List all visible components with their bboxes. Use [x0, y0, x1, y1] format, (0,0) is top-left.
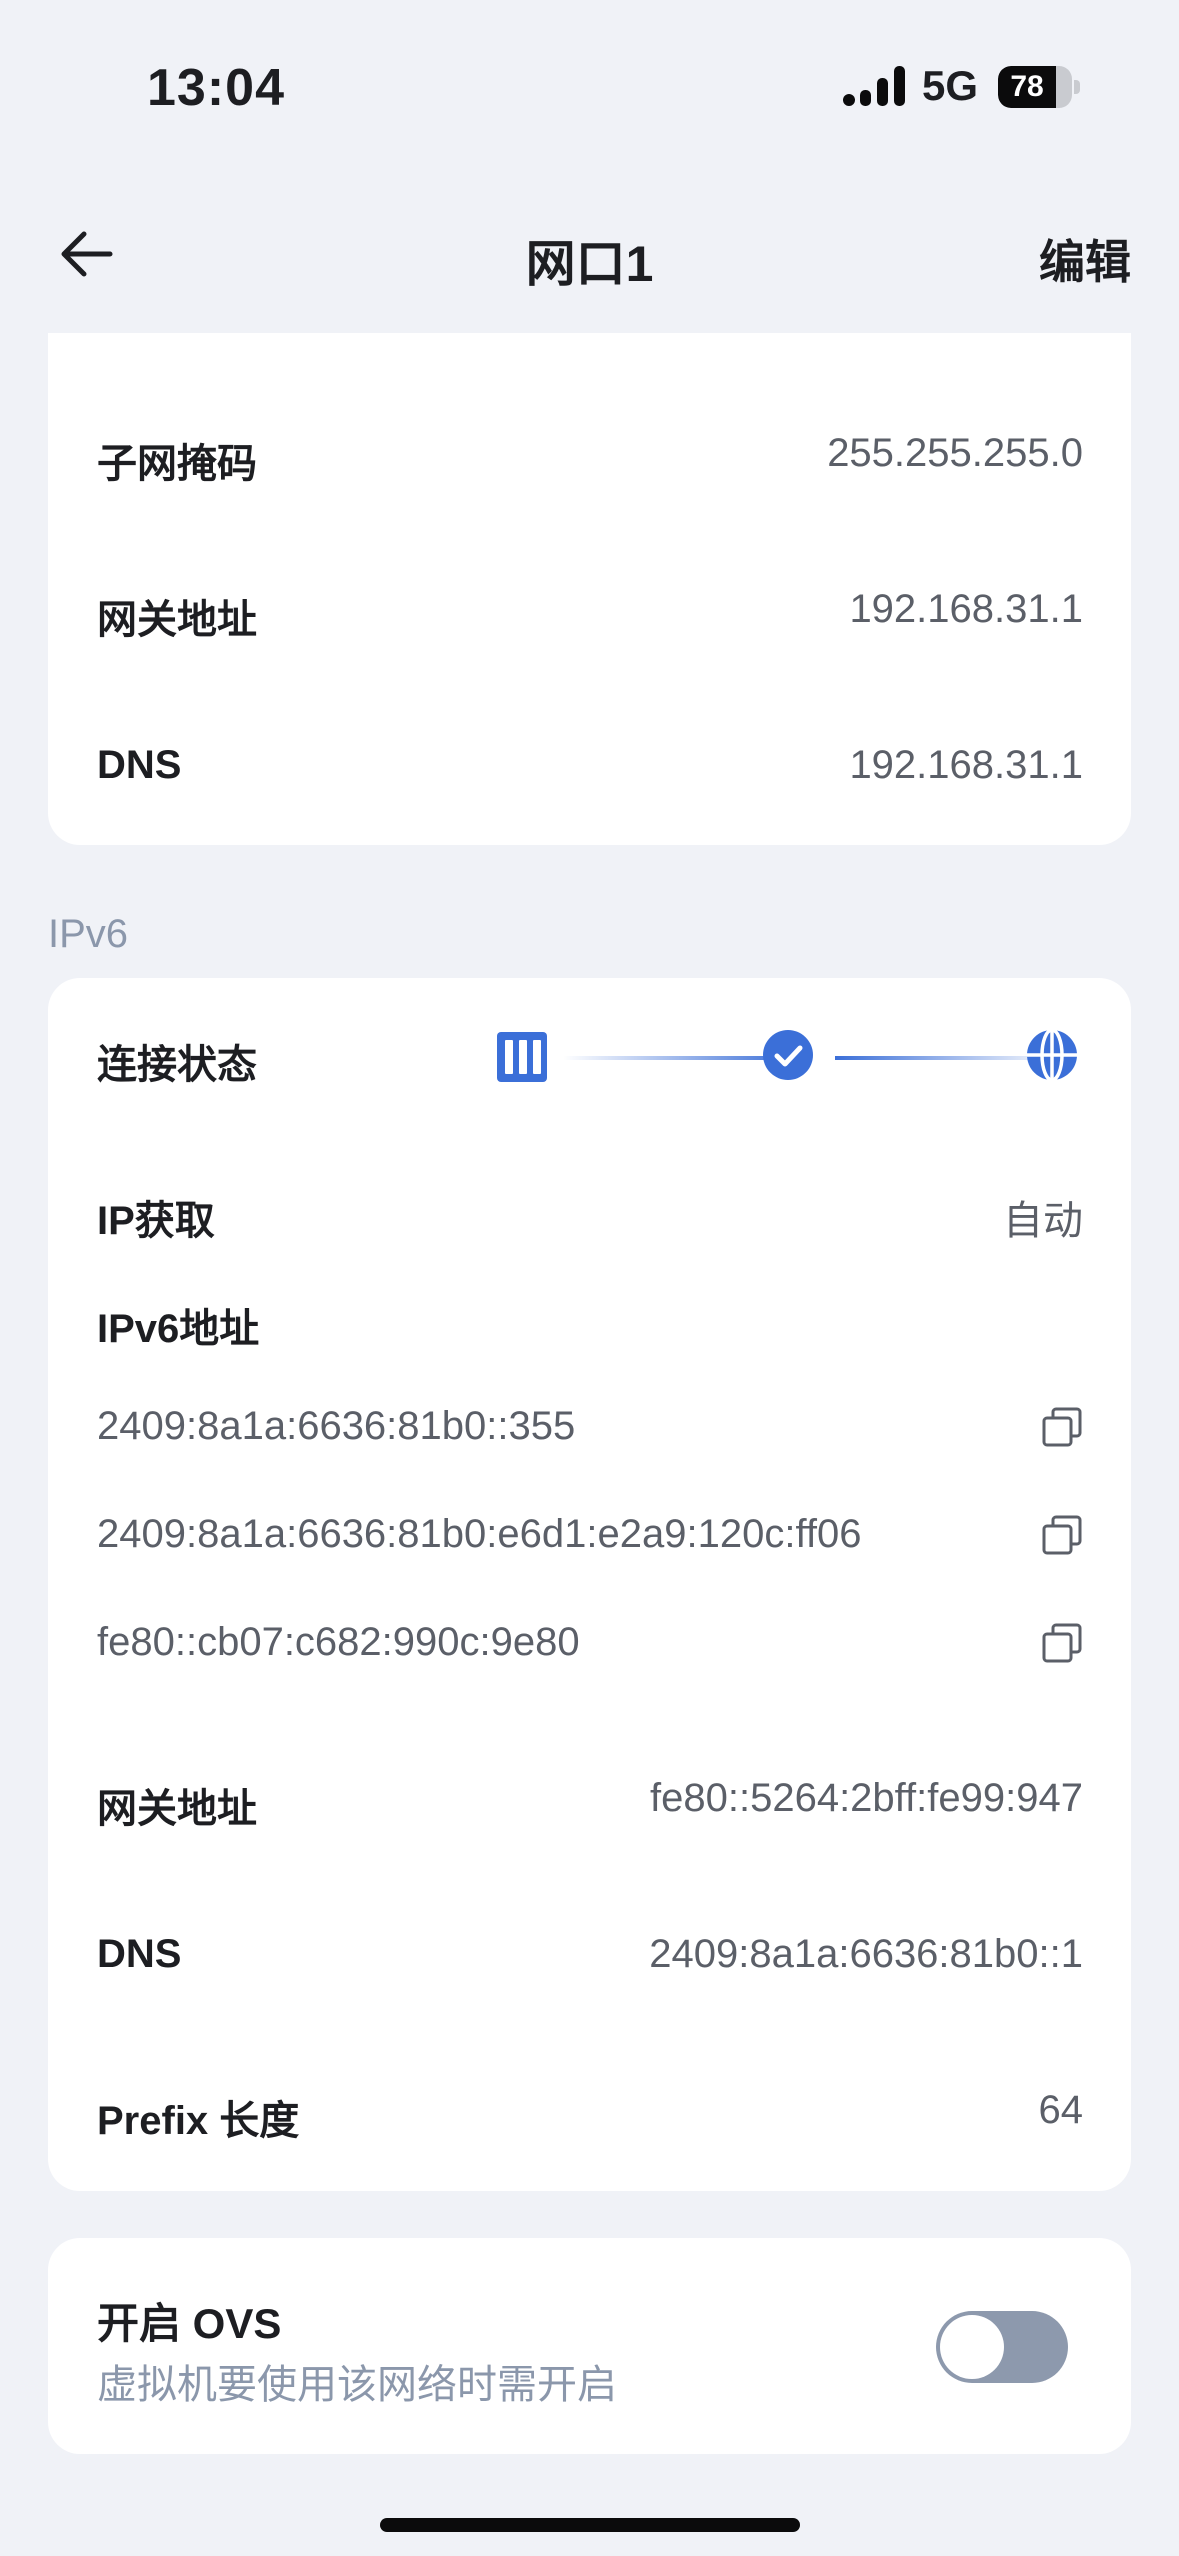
- ipv6-gateway-label: 网关地址: [97, 1787, 257, 1831]
- ip-mode-value: 自动: [1003, 1199, 1083, 1243]
- ipv6-address: 2409:8a1a:6636:81b0::355: [97, 1404, 576, 1448]
- gateway-label: 网关地址: [97, 598, 257, 642]
- ipv6-section-label: IPv6: [48, 912, 129, 956]
- device-icon: [497, 1032, 547, 1082]
- cellular-signal-icon: [843, 66, 905, 106]
- gateway-value: 192.168.31.1: [849, 587, 1083, 631]
- ipv6-address-label: IPv6地址: [97, 1307, 260, 1351]
- ipv6-gateway-value: fe80::5264:2bff:fe99:947: [650, 1776, 1083, 1820]
- dns-label: DNS: [97, 743, 182, 787]
- prefix-length-label: Prefix 长度: [97, 2099, 300, 2143]
- edit-button[interactable]: 编辑: [1039, 226, 1131, 292]
- copy-icon[interactable]: [1041, 1406, 1083, 1448]
- copy-icon[interactable]: [1041, 1622, 1083, 1664]
- toggle-knob: [940, 2315, 1004, 2379]
- ipv6-dns-value: 2409:8a1a:6636:81b0::1: [649, 1932, 1083, 1976]
- check-icon: [763, 1030, 813, 1080]
- ovs-toggle[interactable]: [936, 2311, 1068, 2383]
- battery-icon: 78: [998, 66, 1080, 108]
- globe-icon: [1027, 1028, 1077, 1082]
- connection-status-label: 连接状态: [97, 1043, 257, 1087]
- prefix-length-value: 64: [1038, 2088, 1084, 2132]
- ipv6-dns-label: DNS: [97, 1932, 182, 1976]
- subnet-mask-label: 子网掩码: [97, 442, 257, 486]
- subnet-mask-value: 255.255.255.0: [827, 431, 1083, 475]
- copy-icon[interactable]: [1041, 1514, 1083, 1556]
- ipv6-address: 2409:8a1a:6636:81b0:e6d1:e2a9:120c:ff06: [97, 1512, 862, 1556]
- ovs-subtitle: 虚拟机要使用该网络时需开启: [97, 2363, 617, 2407]
- ipv4-card: 子网掩码 255.255.255.0 网关地址 192.168.31.1 DNS…: [48, 333, 1131, 845]
- battery-level: 78: [1010, 70, 1044, 103]
- ovs-title: 开启 OVS: [97, 2300, 282, 2347]
- ovs-card: 开启 OVS 虚拟机要使用该网络时需开启: [48, 2238, 1131, 2454]
- ip-mode-label: IP获取: [97, 1199, 215, 1243]
- network-type: 5G: [922, 62, 979, 109]
- status-time: 13:04: [147, 59, 285, 117]
- ipv6-card: 连接状态 IP获取 自动 IPv6地址 2409:8a1a:6636:81b0:…: [48, 978, 1131, 2191]
- dns-value: 192.168.31.1: [849, 743, 1083, 787]
- page-title: 网口1: [525, 236, 654, 292]
- home-indicator: [380, 2518, 800, 2532]
- ipv6-address: fe80::cb07:c682:990c:9e80: [97, 1620, 580, 1664]
